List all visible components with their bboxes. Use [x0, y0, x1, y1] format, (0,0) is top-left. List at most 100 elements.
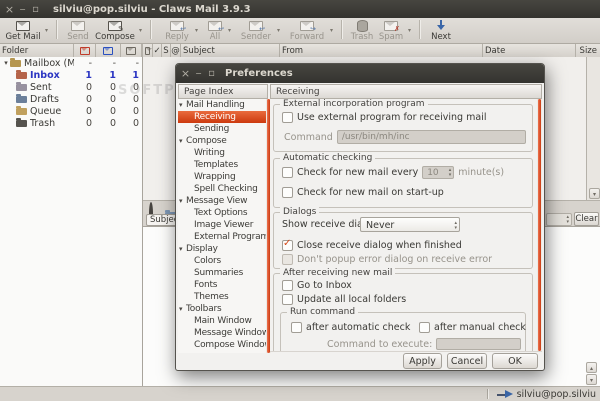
reply-all-dropdown-icon[interactable]: [225, 27, 234, 34]
checkbox-icon[interactable]: [282, 280, 293, 291]
send-button[interactable]: Send: [64, 19, 92, 42]
scroll-down-icon[interactable]: ▾: [589, 188, 600, 199]
check-interval-row[interactable]: Check for new mail every 10 minute(s): [282, 166, 504, 179]
spam-button[interactable]: ✗ Spam: [377, 19, 405, 42]
expander-icon[interactable]: [179, 243, 182, 255]
from-column-header[interactable]: From: [280, 44, 483, 57]
compose-dropdown-icon[interactable]: [136, 27, 145, 34]
tree-wrapping[interactable]: Wrapping: [178, 171, 268, 183]
forward-button[interactable]: ↪ Forward: [287, 19, 327, 42]
locked-column-header[interactable]: S: [162, 44, 171, 57]
reply-button[interactable]: ↩ Reply: [162, 19, 192, 42]
tree-display[interactable]: Display: [178, 243, 268, 255]
tree-compose-window[interactable]: Compose Window: [178, 339, 268, 351]
apply-button[interactable]: Apply: [403, 353, 442, 369]
attachment-column-header[interactable]: @: [171, 44, 181, 57]
command-execute-input[interactable]: [436, 338, 521, 350]
quicksearch-clear-button[interactable]: Clear: [574, 212, 599, 226]
checkbox-icon[interactable]: [291, 322, 302, 333]
compose-button[interactable]: ✎ Compose: [94, 19, 136, 42]
reply-dropdown-icon[interactable]: [192, 27, 201, 34]
checkbox-checked-icon[interactable]: [282, 238, 293, 251]
get-mail-button[interactable]: Get Mail: [4, 19, 42, 42]
spinner-arrows-icon[interactable]: [449, 168, 452, 178]
checkbox-icon[interactable]: [419, 322, 430, 333]
spinner-arrows-icon[interactable]: [566, 215, 569, 225]
checkbox-disabled-icon[interactable]: [282, 254, 293, 265]
checkbox-icon[interactable]: [282, 112, 293, 123]
checkbox-icon[interactable]: [282, 187, 293, 198]
trash-button[interactable]: Trash: [349, 19, 375, 42]
expander-icon[interactable]: [179, 303, 182, 315]
mark-column-header[interactable]: ✓: [153, 44, 162, 57]
after-manual-check-row[interactable]: after manual check: [419, 322, 526, 333]
online-status-icon[interactable]: [496, 389, 513, 399]
reply-sender-dropdown-icon[interactable]: [274, 27, 283, 34]
folder-column-header[interactable]: Folder: [0, 44, 74, 57]
no-error-popup-row[interactable]: Don't popup error dialog on receive erro…: [282, 254, 492, 265]
expander-icon[interactable]: [179, 135, 182, 147]
tree-main-window[interactable]: Main Window: [178, 315, 268, 327]
scroll-down-icon[interactable]: ▾: [586, 374, 597, 385]
cancel-button[interactable]: Cancel: [447, 353, 487, 369]
minimize-icon[interactable]: [192, 69, 205, 78]
close-icon[interactable]: [179, 67, 192, 80]
after-auto-check-row[interactable]: after automatic check: [291, 322, 410, 333]
folder-row-trash[interactable]: Trash 0 0 0: [0, 117, 142, 129]
mail-flag-column-icon[interactable]: [142, 44, 153, 57]
checkbox-icon[interactable]: [282, 294, 293, 305]
new-mail-column-icon[interactable]: [74, 44, 96, 57]
tree-templates[interactable]: Templates: [178, 159, 268, 171]
tree-writing[interactable]: Writing: [178, 147, 268, 159]
tree-receiving[interactable]: Receiving: [178, 111, 268, 123]
interval-stepper[interactable]: 10: [422, 166, 455, 179]
tree-sending[interactable]: Sending: [178, 123, 268, 135]
ok-button[interactable]: OK: [492, 353, 538, 369]
tree-external-programs[interactable]: External Programs: [178, 231, 268, 243]
forward-dropdown-icon[interactable]: [327, 27, 336, 34]
tree-summaries[interactable]: Summaries: [178, 267, 268, 279]
minimize-icon[interactable]: [16, 5, 29, 14]
tree-colors[interactable]: Colors: [178, 255, 268, 267]
total-mail-column-icon[interactable]: [121, 44, 142, 57]
expander-icon[interactable]: [179, 195, 182, 207]
update-folders-row[interactable]: Update all local folders: [282, 294, 406, 305]
checkbox-icon[interactable]: [282, 167, 293, 178]
maximize-icon[interactable]: [205, 68, 218, 79]
tree-message-window[interactable]: Message Window: [178, 327, 268, 339]
unread-mail-column-icon[interactable]: [96, 44, 121, 57]
get-mail-dropdown-icon[interactable]: [42, 27, 51, 34]
quicksearch-spinner[interactable]: [546, 213, 572, 226]
close-when-finished-row[interactable]: Close receive dialog when finished: [282, 238, 462, 251]
next-button[interactable]: Next: [427, 19, 455, 42]
subject-column-header[interactable]: Subject: [181, 44, 280, 57]
tree-compose[interactable]: Compose: [178, 135, 268, 147]
close-icon[interactable]: [3, 3, 16, 16]
folder-row-mailbox[interactable]: Mailbox (MH) - - -: [0, 57, 142, 69]
folder-row-queue[interactable]: Queue 0 0 0: [0, 105, 142, 117]
content-scrollbar[interactable]: [537, 99, 542, 351]
date-column-header[interactable]: Date: [483, 44, 576, 57]
reply-all-button[interactable]: ↩ All: [205, 19, 225, 42]
tree-mail-handling[interactable]: Mail Handling: [178, 99, 268, 111]
show-receive-select[interactable]: Never: [360, 217, 460, 232]
maximize-icon[interactable]: [29, 4, 42, 15]
size-column-header[interactable]: Size: [576, 44, 600, 57]
message-list-scrollbar[interactable]: ▾: [586, 57, 600, 200]
tree-image-viewer[interactable]: Image Viewer: [178, 219, 268, 231]
tree-themes[interactable]: Themes: [178, 291, 268, 303]
tree-toolbars[interactable]: Toolbars: [178, 303, 268, 315]
tree-fonts[interactable]: Fonts: [178, 279, 268, 291]
reply-sender-button[interactable]: ↩ Sender: [238, 19, 274, 42]
check-startup-row[interactable]: Check for new mail on start-up: [282, 187, 444, 198]
tree-spell-checking[interactable]: Spell Checking: [178, 183, 268, 195]
spam-dropdown-icon[interactable]: [405, 27, 414, 34]
goto-inbox-row[interactable]: Go to Inbox: [282, 280, 352, 291]
tree-message-view[interactable]: Message View: [178, 195, 268, 207]
use-external-checkbox-row[interactable]: Use external program for receiving mail: [282, 112, 486, 123]
scroll-up-icon[interactable]: ▴: [586, 362, 597, 373]
folder-row-inbox[interactable]: Inbox 1 1 1: [0, 69, 142, 81]
command-input[interactable]: /usr/bin/mh/inc: [336, 130, 526, 144]
expander-icon[interactable]: [2, 59, 10, 67]
expander-icon[interactable]: [179, 99, 182, 111]
